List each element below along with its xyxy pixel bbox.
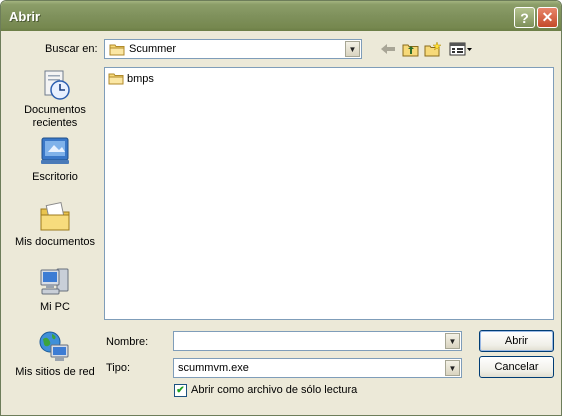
chevron-down-icon[interactable]: ▼ — [445, 360, 460, 376]
help-button[interactable]: ? — [514, 7, 535, 28]
file-list[interactable]: bmps — [104, 67, 554, 320]
place-my-documents[interactable]: Mis documentos — [10, 200, 100, 249]
my-computer-icon — [40, 268, 69, 295]
my-documents-icon — [40, 201, 70, 231]
folder-icon — [108, 73, 124, 85]
open-button[interactable]: Abrir — [479, 330, 554, 352]
close-button[interactable]: ✕ — [537, 7, 558, 28]
close-icon: ✕ — [541, 9, 554, 25]
desktop-icon — [41, 137, 69, 164]
new-folder-button[interactable] — [424, 40, 442, 58]
filetype-label: Tipo: — [106, 362, 131, 374]
place-label: Mis sitios de red — [15, 366, 95, 378]
place-label: Escritorio — [32, 171, 78, 183]
folder-icon — [109, 44, 125, 56]
back-arrow-icon — [381, 44, 395, 54]
back-button[interactable] — [379, 40, 397, 58]
place-label: Mis documentos — [14, 236, 96, 248]
readonly-label[interactable]: Abrir como archivo de sólo lectura — [191, 384, 357, 396]
place-network[interactable]: Mis sitios de red — [10, 330, 100, 379]
cancel-button[interactable]: Cancelar — [479, 356, 554, 378]
network-places-icon — [39, 331, 69, 361]
filetype-select[interactable]: scummvm.exe ▼ — [173, 358, 462, 378]
chevron-down-icon[interactable]: ▼ — [445, 333, 460, 349]
up-folder-icon — [402, 44, 418, 56]
view-menu-button[interactable] — [448, 40, 474, 58]
file-name: bmps — [127, 72, 154, 85]
filename-label: Nombre: — [106, 336, 149, 348]
view-menu-icon — [449, 42, 472, 56]
look-in-value: Scummer — [129, 43, 177, 55]
places-bar: Documentos recientes Escritorio Mis docu… — [10, 62, 100, 384]
up-folder-button[interactable] — [401, 40, 419, 58]
place-label: Documentos — [24, 104, 86, 116]
recent-documents-icon — [44, 70, 70, 100]
open-dialog: Abrir ? ✕ Buscar en: Scummer ▼ Documento… — [0, 0, 562, 416]
checkmark-icon: ✔ — [176, 384, 185, 396]
place-label-line2: recientes — [32, 117, 78, 129]
chevron-down-icon[interactable]: ▼ — [345, 41, 360, 57]
title-bar[interactable]: Abrir ? ✕ — [1, 1, 561, 31]
look-in-combo[interactable]: Scummer ▼ — [104, 39, 362, 59]
list-item[interactable]: bmps — [108, 72, 154, 85]
place-desktop[interactable]: Escritorio — [10, 135, 100, 184]
look-in-label: Buscar en: — [45, 43, 98, 55]
help-icon: ? — [520, 9, 529, 26]
place-my-computer[interactable]: Mi PC — [10, 265, 100, 314]
place-label: Mi PC — [40, 301, 70, 313]
readonly-checkbox[interactable]: ✔ — [174, 384, 187, 397]
filename-field[interactable]: ▼ — [173, 331, 462, 351]
filetype-value: scummvm.exe — [178, 362, 249, 374]
window-title: Abrir — [9, 9, 41, 24]
place-recent-documents[interactable]: Documentos recientes — [10, 68, 100, 130]
new-folder-icon — [424, 41, 442, 57]
